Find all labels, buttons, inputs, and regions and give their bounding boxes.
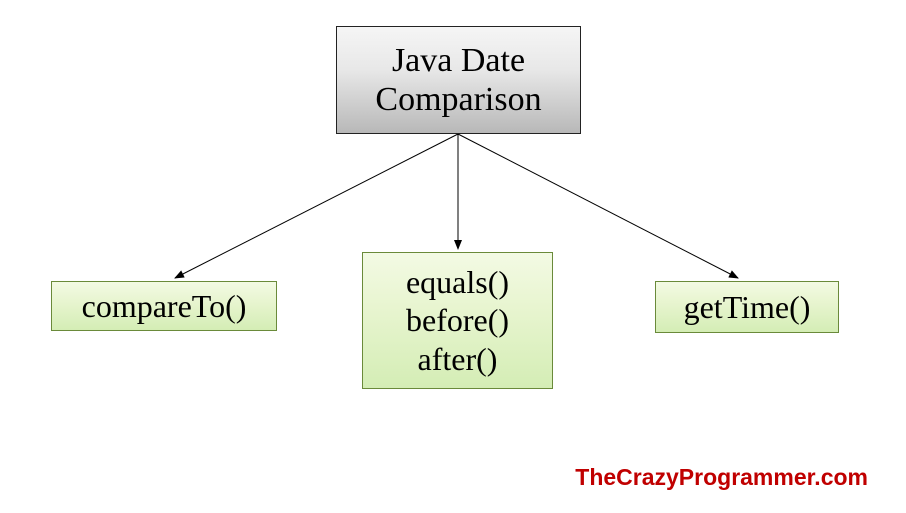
watermark-text: TheCrazyProgrammer.com <box>575 464 868 491</box>
root-node: Java Date Comparison <box>336 26 581 134</box>
leaf-node-compareto: compareTo() <box>51 281 277 331</box>
leaf-label-equals: equals() <box>406 263 509 301</box>
leaf-label-compareto: compareTo() <box>82 287 247 325</box>
leaf-label-after: after() <box>418 340 498 378</box>
leaf-node-equals-before-after: equals() before() after() <box>362 252 553 389</box>
leaf-label-gettime: getTime() <box>684 288 811 326</box>
leaf-node-gettime: getTime() <box>655 281 839 333</box>
root-title-line1: Java Date <box>392 41 525 80</box>
root-title-line2: Comparison <box>375 80 541 119</box>
leaf-label-before: before() <box>406 301 509 339</box>
